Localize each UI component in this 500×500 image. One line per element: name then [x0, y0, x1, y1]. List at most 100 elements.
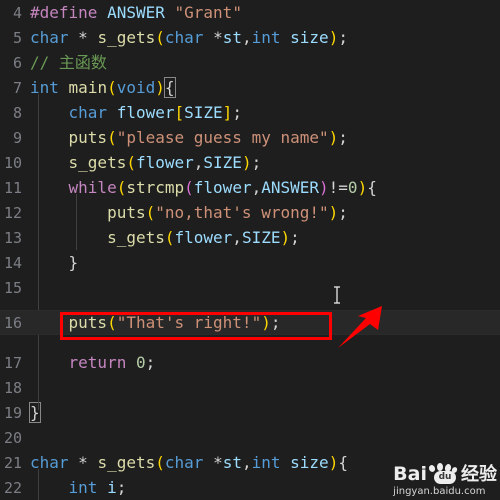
token-keyword-return: return: [68, 353, 127, 372]
code-line[interactable]: 19 }: [0, 400, 500, 425]
line-content[interactable]: [22, 275, 500, 300]
line-content[interactable]: char flower[SIZE];: [22, 100, 500, 125]
token-comma: ,: [241, 28, 252, 47]
token-keyword-char: char: [164, 453, 204, 472]
code-line[interactable]: 20: [0, 425, 500, 450]
line-content[interactable]: while(strcmp(flower,ANSWER)!=0){: [22, 175, 500, 200]
line-number: 10: [3, 153, 22, 172]
line-content[interactable]: [22, 375, 500, 400]
token-semicolon: ;: [145, 353, 156, 372]
code-editor[interactable]: 4 #define ANSWER "Grant" 5 char * s_gets…: [0, 0, 500, 500]
code-line[interactable]: 10 s_gets(flower,SIZE);: [0, 150, 500, 175]
line-number: 6: [12, 53, 22, 72]
token-fn-sgets: s_gets: [97, 28, 156, 47]
token-paren-open: (: [107, 78, 117, 97]
token-keyword-char: char: [30, 28, 69, 47]
code-line[interactable]: 13 s_gets(flower,SIZE);: [0, 225, 500, 250]
line-content[interactable]: char * s_gets(char *st,int size);: [22, 25, 500, 50]
token-paren-open: (: [184, 178, 194, 197]
token-paren-close: ): [241, 153, 252, 172]
code-line[interactable]: 6 // 主函数: [0, 50, 500, 75]
line-content[interactable]: int main(void){: [22, 75, 500, 100]
code-line[interactable]: 8 char flower[SIZE];: [0, 100, 500, 125]
code-line[interactable]: 22 int i;: [0, 475, 500, 500]
indent-guide: [38, 94, 39, 310]
token-star: *: [213, 28, 223, 47]
token-keyword-int: int: [68, 478, 98, 497]
code-line[interactable]: 12 puts("no,that's wrong!");: [0, 200, 500, 225]
line-number: 21: [3, 453, 22, 472]
token-var-flower: flower: [193, 178, 252, 197]
token-comma: ,: [251, 178, 262, 197]
line-number: 5: [12, 28, 22, 47]
code-line[interactable]: 21 char * s_gets(char *st,int size){: [0, 450, 500, 475]
line-content[interactable]: int i;: [22, 475, 500, 500]
token-var-flower: flower: [116, 103, 175, 122]
token-operator-neq: !=: [328, 178, 348, 197]
code-line[interactable]: 5 char * s_gets(char *st,int size);: [0, 25, 500, 50]
token-paren-close: ): [261, 313, 271, 332]
token-bracket-open: [: [174, 103, 185, 122]
token-fn-sgets: s_gets: [97, 453, 156, 472]
line-content[interactable]: [22, 425, 500, 450]
token-param-st: st: [222, 28, 242, 47]
line-number: 12: [3, 203, 22, 222]
token-star: *: [78, 453, 88, 472]
token-answer-macro: ANSWER: [107, 3, 165, 22]
code-line[interactable]: 18: [0, 375, 500, 400]
line-content[interactable]: }: [22, 250, 500, 275]
line-number: 7: [12, 78, 22, 97]
code-line[interactable]: 17 return 0;: [0, 350, 500, 375]
code-line[interactable]: 14 }: [0, 250, 500, 275]
token-semicolon: ;: [290, 228, 300, 247]
indent-guide: [38, 469, 39, 500]
token-comment: // 主函数: [30, 53, 107, 72]
line-content[interactable]: return 0;: [22, 350, 500, 375]
token-paren-close: ): [155, 78, 165, 97]
token-star: *: [78, 28, 88, 47]
code-line[interactable]: 15: [0, 275, 500, 300]
token-var-flower: flower: [135, 153, 194, 172]
token-semicolon: ;: [116, 478, 127, 497]
line-number: 11: [3, 178, 22, 197]
code-line[interactable]: 7 int main(void){: [0, 75, 500, 100]
line-content[interactable]: // 主函数: [22, 50, 500, 75]
line-number: 18: [3, 378, 22, 397]
token-paren-open: (: [145, 203, 156, 222]
token-semicolon: ;: [338, 203, 348, 222]
token-keyword-int: int: [30, 78, 59, 97]
code-line-annotated[interactable]: 16 puts("That's right!");: [0, 310, 500, 335]
token-semicolon: ;: [232, 103, 242, 122]
line-number: 9: [12, 128, 22, 147]
line-content[interactable]: puts("please guess my name");: [22, 125, 500, 150]
code-line[interactable]: 9 puts("please guess my name");: [0, 125, 500, 150]
line-number: 22: [3, 478, 22, 497]
line-content[interactable]: s_gets(flower,SIZE);: [22, 225, 500, 250]
token-macro-size: SIZE: [203, 153, 242, 172]
token-paren-open: (: [126, 153, 136, 172]
line-number: 8: [12, 103, 22, 122]
token-comma: ,: [241, 453, 252, 472]
token-brace-open: {: [338, 453, 348, 472]
line-content[interactable]: s_gets(flower,SIZE);: [22, 150, 500, 175]
token-macro-size: SIZE: [241, 228, 281, 247]
token-paren-open: (: [107, 313, 117, 332]
line-content[interactable]: #define ANSWER "Grant": [22, 0, 500, 25]
code-line[interactable]: 11 while(strcmp(flower,ANSWER)!=0){: [0, 175, 500, 200]
line-content[interactable]: puts("That's right!");: [22, 310, 500, 335]
line-number: 14: [3, 253, 22, 272]
line-content[interactable]: char * s_gets(char *st,int size){: [22, 450, 500, 475]
line-number: 13: [3, 228, 22, 247]
token-string-wrong: "no,that's wrong!": [155, 203, 329, 222]
token-semicolon: ;: [338, 128, 348, 147]
token-keyword-void: void: [116, 78, 156, 97]
line-content[interactable]: }: [22, 400, 500, 425]
token-paren-close: ): [328, 453, 339, 472]
line-content[interactable]: puts("no,that's wrong!");: [22, 200, 500, 225]
code-line[interactable]: 4 #define ANSWER "Grant": [0, 0, 500, 25]
token-fn-strcmp: strcmp: [126, 178, 185, 197]
indent-guide: [76, 194, 77, 250]
line-number: 20: [3, 428, 22, 447]
token-keyword-char: char: [68, 103, 108, 122]
token-string-prompt: "please guess my name": [116, 128, 329, 147]
